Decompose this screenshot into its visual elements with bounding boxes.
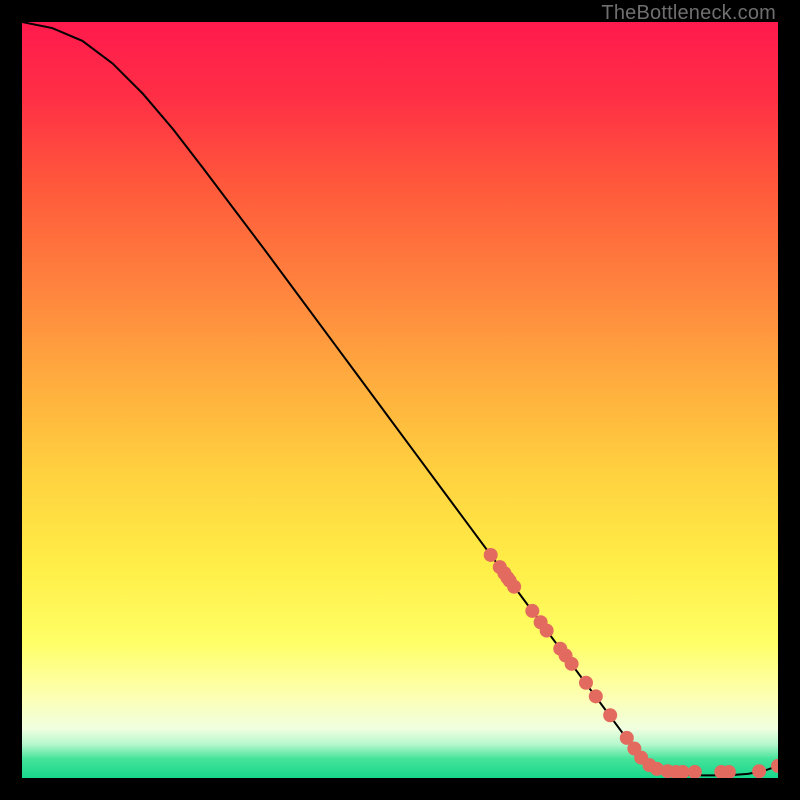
data-dot <box>603 708 617 722</box>
data-dot <box>752 764 766 778</box>
gradient-background <box>22 22 778 778</box>
data-dot <box>484 548 498 562</box>
chart-frame <box>22 22 778 778</box>
data-dot <box>525 604 539 618</box>
data-dot <box>579 676 593 690</box>
data-dot <box>565 657 579 671</box>
data-dot <box>540 624 554 638</box>
data-dot <box>507 580 521 594</box>
chart-svg <box>22 22 778 778</box>
watermark-label: TheBottleneck.com <box>601 2 776 25</box>
data-dot <box>589 689 603 703</box>
